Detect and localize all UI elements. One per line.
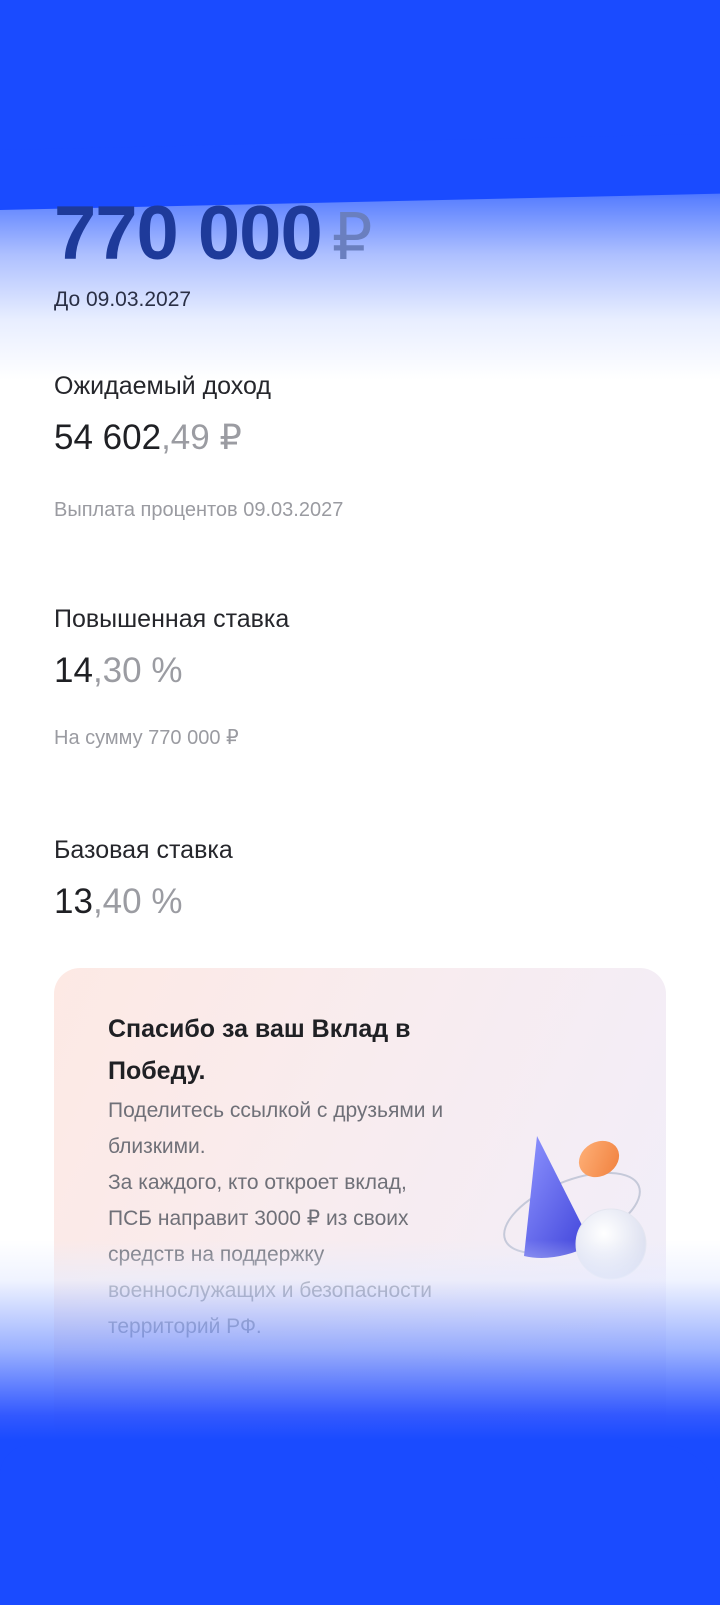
footer-panel (0, 1445, 720, 1605)
expected-income-fraction: ,49 ₽ (161, 418, 242, 457)
bonus-rate-value: 14,30 % (54, 651, 182, 691)
deposit-amount-value: 770 000 (54, 191, 323, 276)
expected-income-label: Ожидаемый доход (54, 372, 271, 400)
expected-income-value: 54 602,49 ₽ (54, 418, 242, 458)
bonus-rate-fraction: ,30 % (92, 651, 183, 690)
deposit-end-date: До 09.03.2027 (54, 288, 192, 311)
interest-payout-note: Выплата процентов 09.03.2027 (54, 499, 344, 521)
base-rate-fraction: ,40 % (92, 882, 183, 921)
bonus-rate-note: На сумму 770 000 ₽ (54, 727, 239, 749)
expected-income-whole: 54 602 (54, 418, 162, 457)
promo-title: Спасибо за ваш Вклад в Победу. (108, 1015, 411, 1085)
currency-sign: ₽ (331, 201, 373, 273)
base-rate-value: 13,40 % (54, 882, 182, 922)
bonus-rate-label: Повышенная ставка (54, 605, 290, 633)
base-rate-whole: 13 (54, 882, 93, 921)
base-rate-label: Базовая ставка (54, 836, 233, 864)
deposit-amount: 770 000 ₽ (54, 190, 373, 277)
bonus-rate-whole: 14 (54, 651, 93, 690)
